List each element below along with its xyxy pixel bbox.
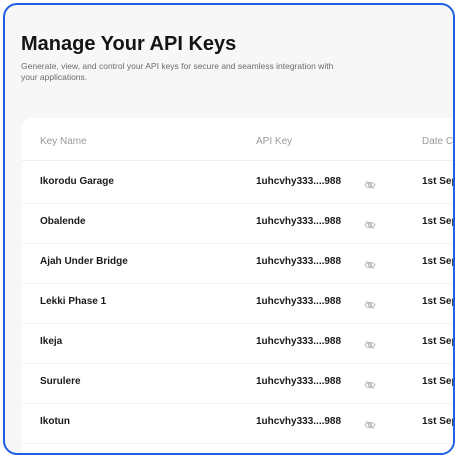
api-key-value: 1uhcvhy333....988 bbox=[256, 256, 342, 267]
api-key-value: 1uhcvhy333....988 bbox=[256, 336, 342, 347]
eye-off-icon[interactable] bbox=[364, 217, 376, 230]
eye-off-icon[interactable] bbox=[364, 377, 376, 390]
key-name: Ikeja bbox=[40, 336, 63, 347]
table-row[interactable]: Ikotun 1uhcvhy333....988 1st Sept bbox=[22, 404, 453, 444]
header-divider bbox=[22, 160, 453, 161]
eye-off-icon[interactable] bbox=[364, 417, 376, 430]
table-row[interactable]: Ikeja 1uhcvhy333....988 1st Sept bbox=[22, 324, 453, 364]
api-key-value: 1uhcvhy333....988 bbox=[256, 376, 342, 387]
key-name: Ajah Under Bridge bbox=[40, 256, 128, 267]
page-subtitle: Generate, view, and control your API key… bbox=[21, 61, 334, 82]
key-name: Surulere bbox=[40, 376, 81, 387]
key-name: Ikotun bbox=[40, 416, 70, 427]
app-frame: Manage Your API Keys Generate, view, and… bbox=[3, 3, 455, 455]
date-created: 1st Sept bbox=[422, 216, 453, 227]
page-title: Manage Your API Keys bbox=[21, 33, 237, 55]
date-created: 1st Sept bbox=[422, 256, 453, 267]
date-created: 1st Sept bbox=[422, 176, 453, 187]
row-divider bbox=[22, 443, 453, 444]
api-key-value: 1uhcvhy333....988 bbox=[256, 296, 342, 307]
table-row[interactable]: Ajah Under Bridge 1uhcvhy333....988 1st Se… bbox=[22, 244, 453, 284]
table-row[interactable]: Surulere 1uhcvhy333....988 1st Sept bbox=[22, 364, 453, 404]
eye-off-icon[interactable] bbox=[364, 257, 376, 270]
api-key-value: 1uhcvhy333....988 bbox=[256, 216, 342, 227]
table-row[interactable]: Lekki Phase 1 1uhcvhy333....988 1st Sept bbox=[22, 284, 453, 324]
key-name: Obalende bbox=[40, 216, 86, 227]
table-row[interactable]: Obalende 1uhcvhy333....988 1st Sept bbox=[22, 204, 453, 244]
key-name: Ikorodu Garage bbox=[40, 176, 114, 187]
api-key-value: 1uhcvhy333....988 bbox=[256, 416, 342, 427]
date-created: 1st Sept bbox=[422, 416, 453, 427]
eye-off-icon[interactable] bbox=[364, 337, 376, 350]
table-row[interactable]: Ikorodu Garage 1uhcvhy333....988 1st Sept bbox=[22, 164, 453, 204]
date-created: 1st Sept bbox=[422, 336, 453, 347]
date-created: 1st Sept bbox=[422, 296, 453, 307]
api-keys-table: Key Name API Key Date Cre Ikorodu Garage… bbox=[22, 118, 453, 453]
eye-off-icon[interactable] bbox=[364, 297, 376, 310]
header-api-key[interactable]: API Key bbox=[256, 136, 292, 147]
eye-off-icon[interactable] bbox=[364, 177, 376, 190]
date-created: 1st Sept bbox=[422, 376, 453, 387]
header-key-name[interactable]: Key Name bbox=[40, 136, 87, 147]
key-name: Lekki Phase 1 bbox=[40, 296, 107, 307]
header-date-created[interactable]: Date Cre bbox=[422, 136, 453, 147]
api-key-value: 1uhcvhy333....988 bbox=[256, 176, 342, 187]
